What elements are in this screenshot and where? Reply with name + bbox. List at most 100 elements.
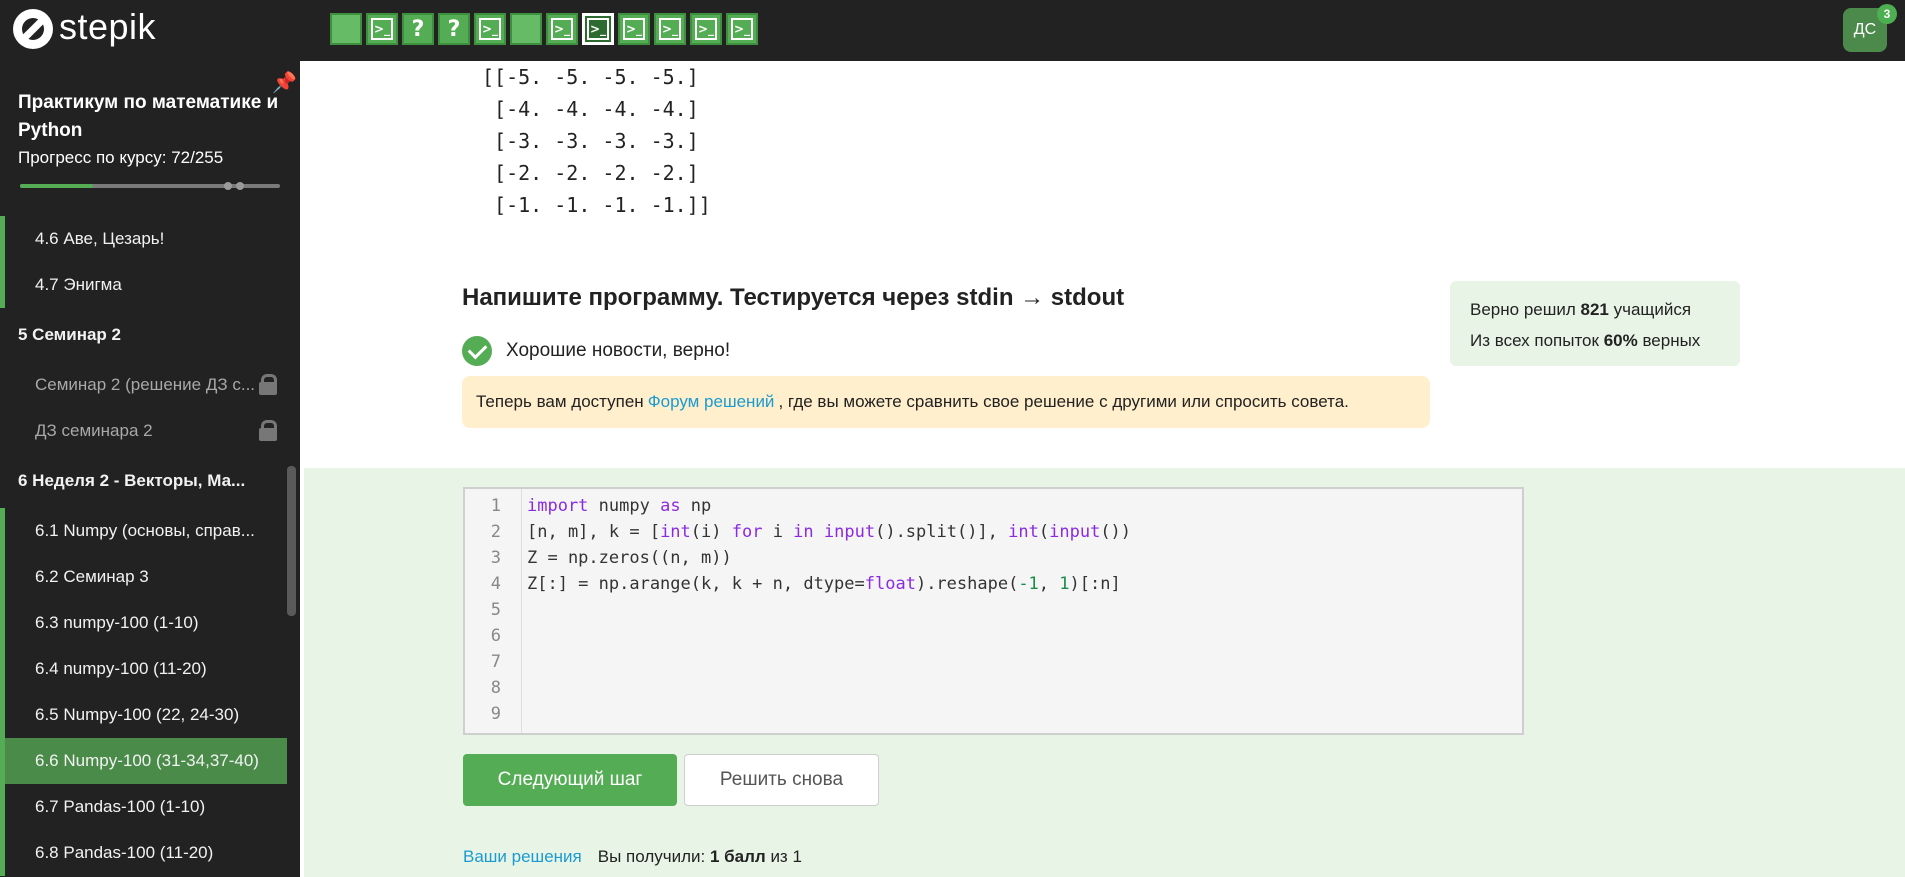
lesson-item[interactable]: ДЗ семинара 2: [0, 408, 287, 454]
forum-note: Теперь вам доступен Форум решений , где …: [462, 376, 1430, 428]
sidebar-scrollbar[interactable]: [287, 466, 296, 616]
step-content: [[-5. -5. -5. -5.] [-4. -4. -4. -4.] [-3…: [300, 61, 1905, 877]
line-number: 5: [490, 600, 501, 620]
code-line[interactable]: [527, 623, 1131, 649]
forum-note-text-end: , где вы можете сравнить свое решение с …: [778, 392, 1349, 411]
line-number: 3: [490, 548, 501, 568]
lesson-label: 6.1 Numpy (основы, справ...: [35, 521, 255, 540]
score: Вы получили: 1 балл из 1: [598, 847, 802, 867]
code-line[interactable]: Z = np.zeros((n, m)): [527, 545, 1131, 571]
stats-solved-suffix: учащийся: [1613, 300, 1692, 319]
stepik-logo[interactable]: stepik: [13, 6, 156, 49]
verdict-text: Хорошие новости, верно!: [506, 340, 731, 361]
check-icon: [462, 336, 492, 366]
lesson-item[interactable]: 6.2 Семинар 3: [0, 554, 287, 600]
lesson-item[interactable]: 4.7 Энигма: [0, 262, 287, 308]
line-number: 1: [490, 496, 501, 516]
course-sidebar: 📌 Практикум по математике и Python Прогр…: [0, 61, 300, 877]
course-progress-text: Прогресс по курсу: 72/255: [18, 148, 223, 168]
stats-solved-count: 821: [1580, 300, 1609, 319]
lesson-list: 4.6 Аве, Цезарь! 4.7 Энигма 5 Семинар 2 Сем…: [0, 216, 287, 876]
task-heading: Напишите программу. Тестируется через st…: [462, 284, 1125, 311]
code-line[interactable]: Z[:] = np.arange(k, k + n, dtype=float).…: [527, 571, 1131, 597]
lesson-label: 6.5 Numpy-100 (22, 24-30): [35, 705, 240, 724]
terminal-icon: >_: [479, 18, 501, 40]
course-title[interactable]: Практикум по математике и Python: [18, 89, 280, 145]
step-2[interactable]: >_: [366, 13, 398, 45]
top-bar: stepik >_?? >_ >_ >_ >_ >_ >_ >_ ДС 3: [0, 0, 1905, 61]
lesson-item[interactable]: 6.7 Pandas-100 (1-10): [0, 784, 287, 830]
step-6[interactable]: [510, 13, 542, 45]
stepik-logo-icon: [13, 9, 53, 49]
lesson-label: Семинар 2 (решение ДЗ с...: [35, 375, 256, 394]
lesson-item[interactable]: 6 Неделя 2 - Векторы, Ма...: [0, 454, 287, 508]
notification-badge: 3: [1877, 4, 1897, 24]
submission-footer: Ваши решения Вы получили: 1 балл из 1: [463, 847, 802, 867]
line-number: 2: [490, 522, 501, 542]
lock-icon: [259, 420, 277, 441]
code-editor[interactable]: 1 2 3 4 5 6 7 8 9 import numpy as np [n, m], k = …: [463, 487, 1524, 735]
step-12[interactable]: >_: [726, 13, 758, 45]
lesson-label: 6.3 numpy-100 (1-10): [35, 613, 199, 632]
terminal-icon: >_: [587, 18, 609, 40]
terminal-icon: >_: [551, 18, 573, 40]
stats-attempts-percent: 60%: [1603, 331, 1638, 350]
lesson-label: 6 Неделя 2 - Векторы, Ма...: [18, 471, 246, 490]
lesson-label: ДЗ семинара 2: [35, 421, 153, 440]
lesson-item[interactable]: 6.1 Numpy (основы, справ...: [0, 508, 287, 554]
forum-link[interactable]: Форум решений: [648, 392, 775, 412]
progress-marker: [224, 182, 232, 190]
course-progress-bar: [20, 182, 280, 190]
progress-label: Прогресс по курсу:: [18, 148, 167, 167]
step-1[interactable]: [330, 13, 362, 45]
code-line[interactable]: [n, m], k = [int(i) for i in input().spl…: [527, 519, 1131, 545]
lesson-item[interactable]: Семинар 2 (решение ДЗ с...: [0, 362, 287, 408]
line-number-gutter: 1 2 3 4 5 6 7 8 9: [465, 489, 522, 733]
code-content[interactable]: import numpy as np [n, m], k = [int(i) fo…: [527, 493, 1131, 727]
stats-attempts-prefix: Из всех попыток: [1470, 331, 1599, 350]
progress-value: 72/255: [171, 148, 224, 167]
lesson-item[interactable]: 4.6 Аве, Цезарь!: [0, 216, 287, 262]
step-9[interactable]: >_: [618, 13, 650, 45]
step-7[interactable]: >_: [546, 13, 578, 45]
terminal-icon: >_: [371, 18, 393, 40]
next-step-button[interactable]: Следующий шаг: [463, 754, 677, 806]
code-line[interactable]: import numpy as np: [527, 493, 1131, 519]
lesson-label: 4.7 Энигма: [35, 275, 122, 294]
lesson-item[interactable]: 6.4 numpy-100 (11-20): [0, 646, 287, 692]
forum-note-text: Теперь вам доступен: [476, 392, 644, 411]
progress-marker: [236, 182, 244, 190]
score-value: 1 балл: [709, 847, 766, 866]
code-line[interactable]: [527, 597, 1131, 623]
lesson-label: 6.2 Семинар 3: [35, 567, 149, 586]
stats-attempts-suffix: верных: [1642, 331, 1701, 350]
retry-button[interactable]: Решить снова: [684, 754, 879, 806]
verdict: Хорошие новости, верно!: [462, 336, 730, 366]
step-11[interactable]: >_: [690, 13, 722, 45]
lesson-label: 6.6 Numpy-100 (31-34,37-40): [35, 751, 259, 770]
lock-icon: [259, 374, 277, 395]
question-icon: ?: [447, 16, 461, 42]
lesson-label: 6.7 Pandas-100 (1-10): [35, 797, 206, 816]
step-10[interactable]: >_: [654, 13, 686, 45]
your-solutions-link[interactable]: Ваши решения: [463, 847, 582, 867]
step-4[interactable]: ?: [438, 13, 470, 45]
step-navigation: >_?? >_ >_ >_ >_ >_ >_ >_: [330, 13, 758, 45]
lesson-item[interactable]: 6.6 Numpy-100 (31-34,37-40): [0, 738, 287, 784]
lesson-item[interactable]: 6.5 Numpy-100 (22, 24-30): [0, 692, 287, 738]
code-line[interactable]: [527, 701, 1131, 727]
lesson-item[interactable]: 6.8 Pandas-100 (11-20): [0, 830, 287, 876]
question-icon: ?: [411, 16, 425, 42]
step-8[interactable]: >_: [582, 13, 614, 45]
code-line[interactable]: [527, 675, 1131, 701]
lesson-item[interactable]: 5 Семинар 2: [0, 308, 287, 362]
score-prefix: Вы получили:: [597, 847, 706, 866]
code-line[interactable]: [527, 649, 1131, 675]
line-number: 9: [490, 704, 501, 724]
terminal-icon: >_: [659, 18, 681, 40]
lesson-item[interactable]: 6.3 numpy-100 (1-10): [0, 600, 287, 646]
step-5[interactable]: >_: [474, 13, 506, 45]
stats-attempts: Из всех попыток 60% верных: [1470, 325, 1720, 356]
score-suffix: из 1: [770, 847, 802, 866]
step-3[interactable]: ?: [402, 13, 434, 45]
